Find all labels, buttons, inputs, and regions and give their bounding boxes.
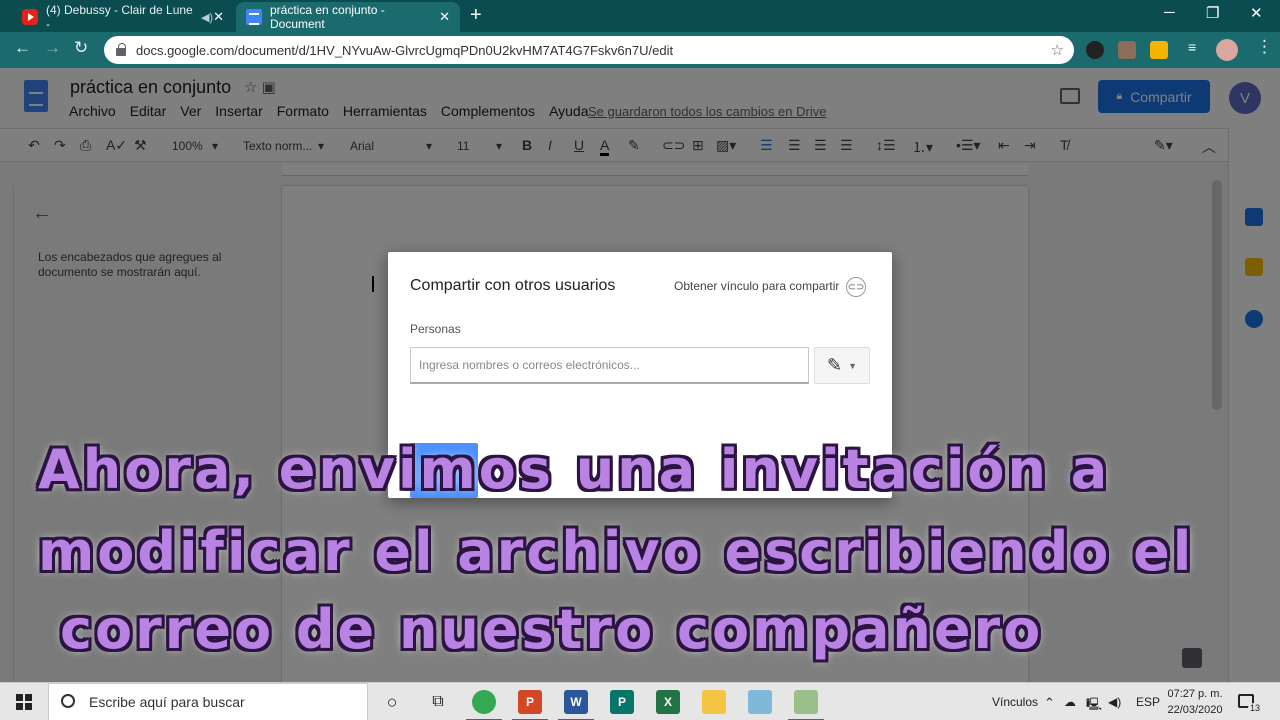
close-tab-icon[interactable]: ✕ (213, 9, 224, 25)
tray-chevron-icon[interactable]: ⌃ (1044, 695, 1055, 711)
links-toolbar[interactable]: Vínculos (992, 695, 1038, 709)
bookmark-star-icon[interactable]: ☆ (1051, 41, 1064, 59)
file-explorer-icon[interactable] (702, 690, 726, 714)
chrome-menu-icon[interactable]: ⋮ (1256, 37, 1273, 57)
new-tab-button[interactable]: + (470, 4, 482, 27)
excel-app-icon[interactable]: X (656, 690, 680, 714)
volume-icon[interactable]: ◀) (1108, 695, 1121, 709)
permission-dropdown[interactable]: ✎ ▼ (814, 347, 870, 384)
clock-date: 22/03/2020 (1167, 704, 1223, 716)
app-icon[interactable] (748, 690, 772, 714)
url-text: docs.google.com/document/d/1HV_NYvuAw-Gl… (136, 42, 674, 58)
lock-icon (116, 43, 126, 56)
screen: (4) Debussy - Clair de Lune - ◀) ✕ práct… (0, 0, 1280, 720)
minimize-icon[interactable]: ─ (1164, 4, 1175, 21)
tab-docs-label: práctica en conjunto - Document (270, 3, 385, 31)
tab-youtube-label: (4) Debussy - Clair de Lune - (46, 3, 193, 31)
link-icon[interactable]: ⊂⊃ (846, 277, 866, 297)
extension-off-icon[interactable] (1150, 41, 1168, 59)
pencil-icon: ✎ (826, 355, 843, 375)
taskbar-search-placeholder: Escribe aquí para buscar (89, 694, 245, 710)
forward-icon[interactable]: → (44, 38, 61, 58)
chevron-down-icon: ▼ (848, 360, 857, 371)
share-dialog-title: Compartir con otros usuarios (410, 277, 616, 294)
extension-icon[interactable] (1118, 41, 1136, 59)
back-icon[interactable]: ← (14, 38, 31, 58)
send-button[interactable] (410, 443, 478, 498)
profile-avatar[interactable] (1216, 39, 1238, 61)
publisher-app-icon[interactable]: P (610, 690, 634, 714)
tab-docs[interactable]: práctica en conjunto - Document ✕ (236, 2, 460, 32)
clock[interactable]: 07:27 p. m. 22/03/2020 (1160, 686, 1230, 718)
windows-taskbar: Escribe aquí para buscar ○ ⧉ P W P X Vín… (0, 682, 1280, 720)
reload-icon[interactable]: ↻ (74, 38, 88, 58)
media-queue-icon[interactable]: ≡ (1188, 39, 1206, 57)
tab-youtube[interactable]: (4) Debussy - Clair de Lune - ◀) ✕ (12, 2, 234, 32)
search-icon (61, 694, 75, 708)
browser-toolbar: ← → ↻ docs.google.com/document/d/1HV_NYv… (0, 32, 1280, 68)
speaker-icon: ◀) (200, 11, 214, 24)
share-dialog: Compartir con otros usuarios Obtener vín… (388, 252, 892, 498)
language-indicator[interactable]: ESP (1136, 695, 1160, 709)
chrome-app-icon[interactable] (466, 690, 502, 720)
youtube-icon (22, 9, 38, 25)
onedrive-icon[interactable]: ☁ (1064, 695, 1076, 709)
cortana-icon[interactable]: ○ (380, 690, 404, 714)
docs-icon (246, 9, 262, 25)
notification-count: 13 (1248, 703, 1263, 713)
taskbar-search[interactable]: Escribe aquí para buscar (48, 683, 368, 720)
address-bar[interactable]: docs.google.com/document/d/1HV_NYvuAw-Gl… (104, 36, 1074, 64)
network-icon[interactable]: 🖳︎ (1086, 695, 1102, 716)
maximize-icon[interactable]: ❐ (1206, 4, 1219, 22)
close-tab-icon[interactable]: ✕ (439, 9, 450, 25)
task-view-icon[interactable]: ⧉ (426, 690, 450, 714)
extension-icon[interactable] (1086, 41, 1104, 59)
powerpoint-app-icon[interactable]: P (512, 690, 548, 720)
recorder-app-icon[interactable] (788, 690, 824, 720)
windows-start-icon[interactable] (16, 694, 32, 710)
get-link-button[interactable]: Obtener vínculo para compartir (674, 279, 839, 293)
close-window-icon[interactable]: ✕ (1250, 4, 1263, 22)
people-label: Personas (410, 322, 461, 336)
word-app-icon[interactable]: W (558, 690, 594, 720)
browser-tab-strip: (4) Debussy - Clair de Lune - ◀) ✕ práct… (0, 0, 1280, 32)
clock-time: 07:27 p. m. (1167, 688, 1223, 700)
people-input[interactable] (410, 347, 809, 384)
